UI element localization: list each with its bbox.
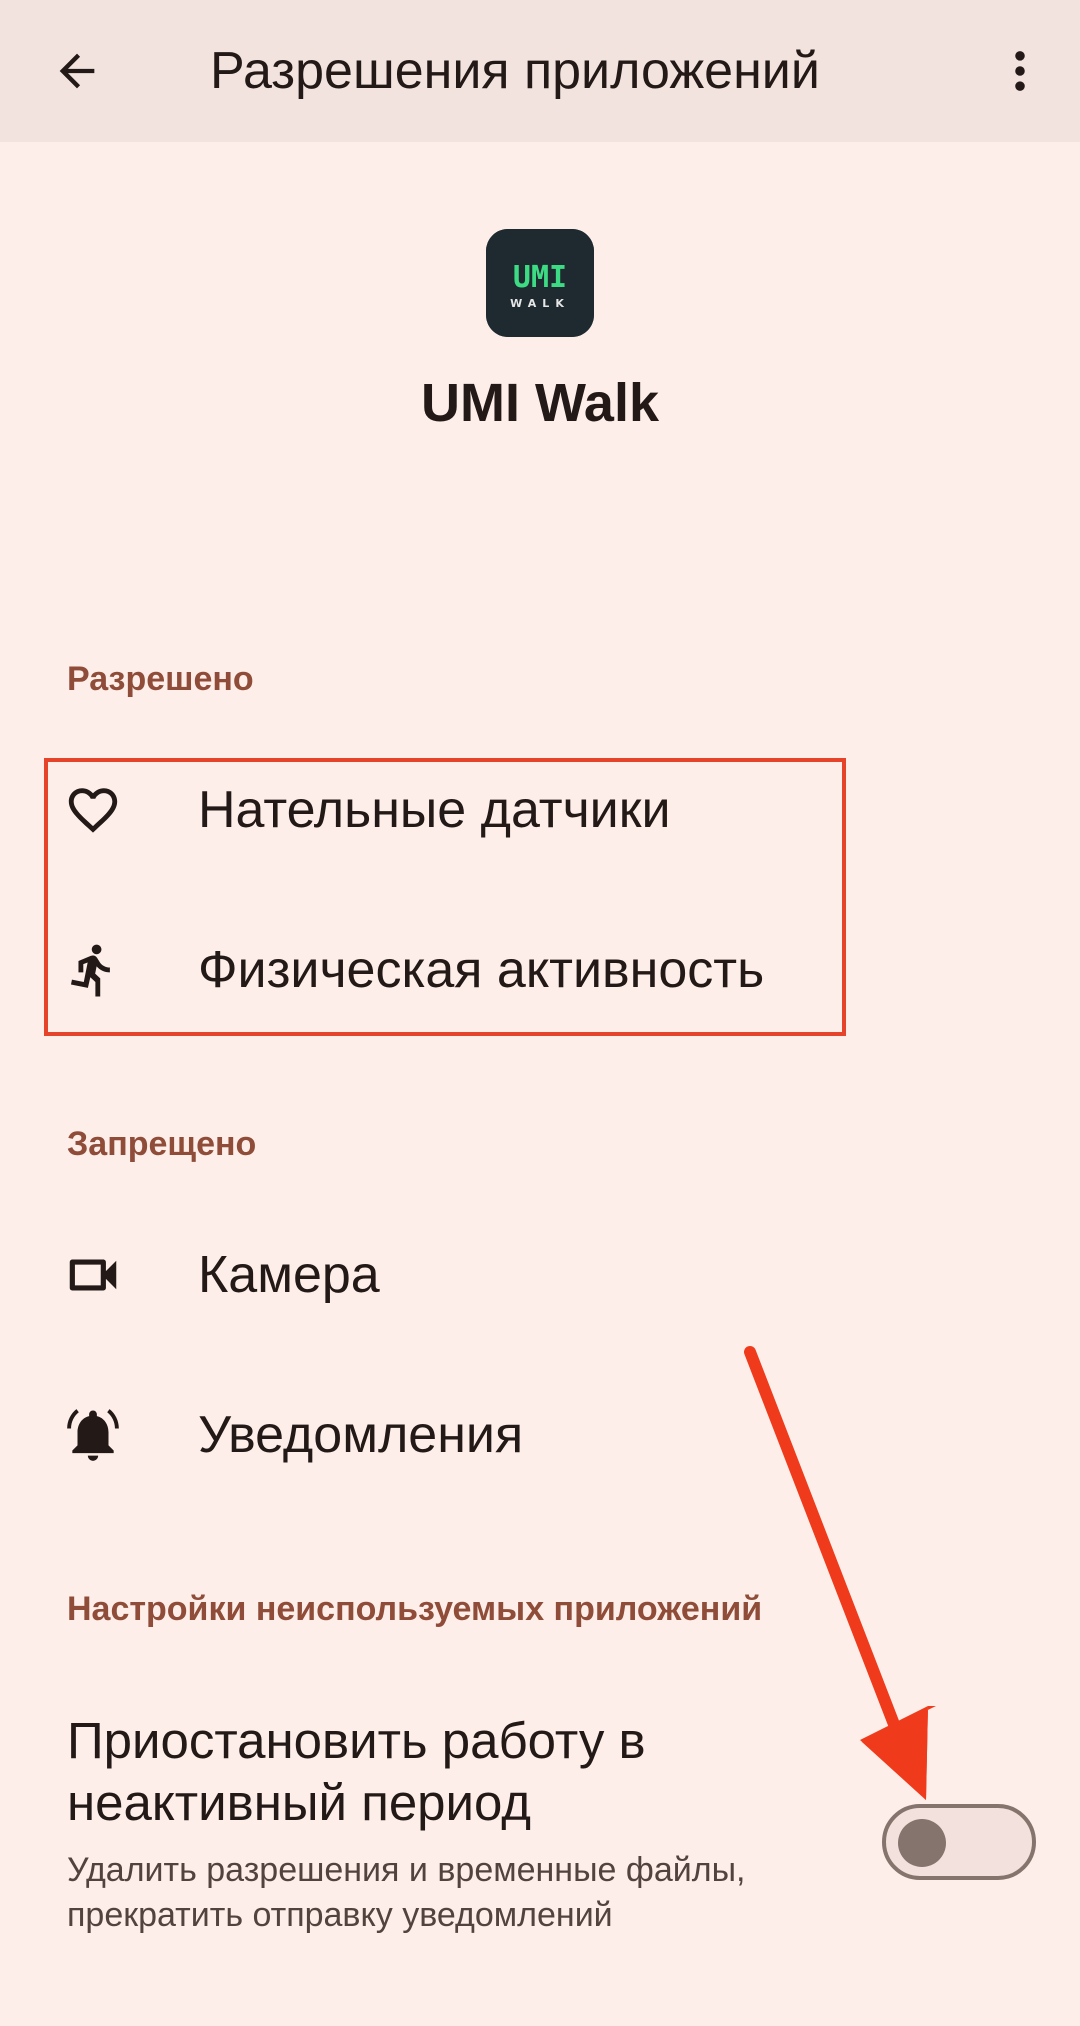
more-vert-icon xyxy=(1015,51,1025,91)
section-header-unused-apps: Настройки неиспользуемых приложений xyxy=(67,1590,763,1628)
back-button[interactable] xyxy=(36,30,118,112)
switch-thumb xyxy=(898,1819,946,1867)
section-header-allowed: Разрешено xyxy=(67,660,254,698)
permission-label: Уведомления xyxy=(198,1406,524,1464)
arrow-back-icon xyxy=(59,53,95,89)
top-app-bar: Разрешения приложений xyxy=(0,0,1080,142)
umi-walk-logo-icon: UMI WALK xyxy=(486,229,594,337)
svg-text:WALK: WALK xyxy=(510,297,570,310)
svg-text:UMI: UMI xyxy=(513,260,567,295)
section-header-denied: Запрещено xyxy=(67,1125,257,1163)
camera-icon xyxy=(62,1244,124,1306)
app-name: UMI Walk xyxy=(420,373,660,433)
page-title: Разрешения приложений xyxy=(210,42,820,100)
permission-item-camera[interactable]: Камера xyxy=(0,1195,1080,1355)
setting-summary: Удалить разрешения и временные файлы, пр… xyxy=(67,1851,746,1934)
setting-title: Приостановить работу в неактивный период xyxy=(67,1712,646,1831)
pause-app-switch[interactable] xyxy=(882,1804,1036,1880)
permission-label: Камера xyxy=(198,1246,380,1304)
permission-item-notifications[interactable]: Уведомления xyxy=(0,1355,1080,1515)
app-icon: UMI WALK xyxy=(486,229,594,337)
pause-app-activity-setting[interactable]: Приостановить работу в неактивный период… xyxy=(0,1700,1080,1990)
bell-icon xyxy=(62,1404,124,1466)
more-options-button[interactable] xyxy=(980,30,1060,112)
highlight-frame xyxy=(44,758,846,1036)
